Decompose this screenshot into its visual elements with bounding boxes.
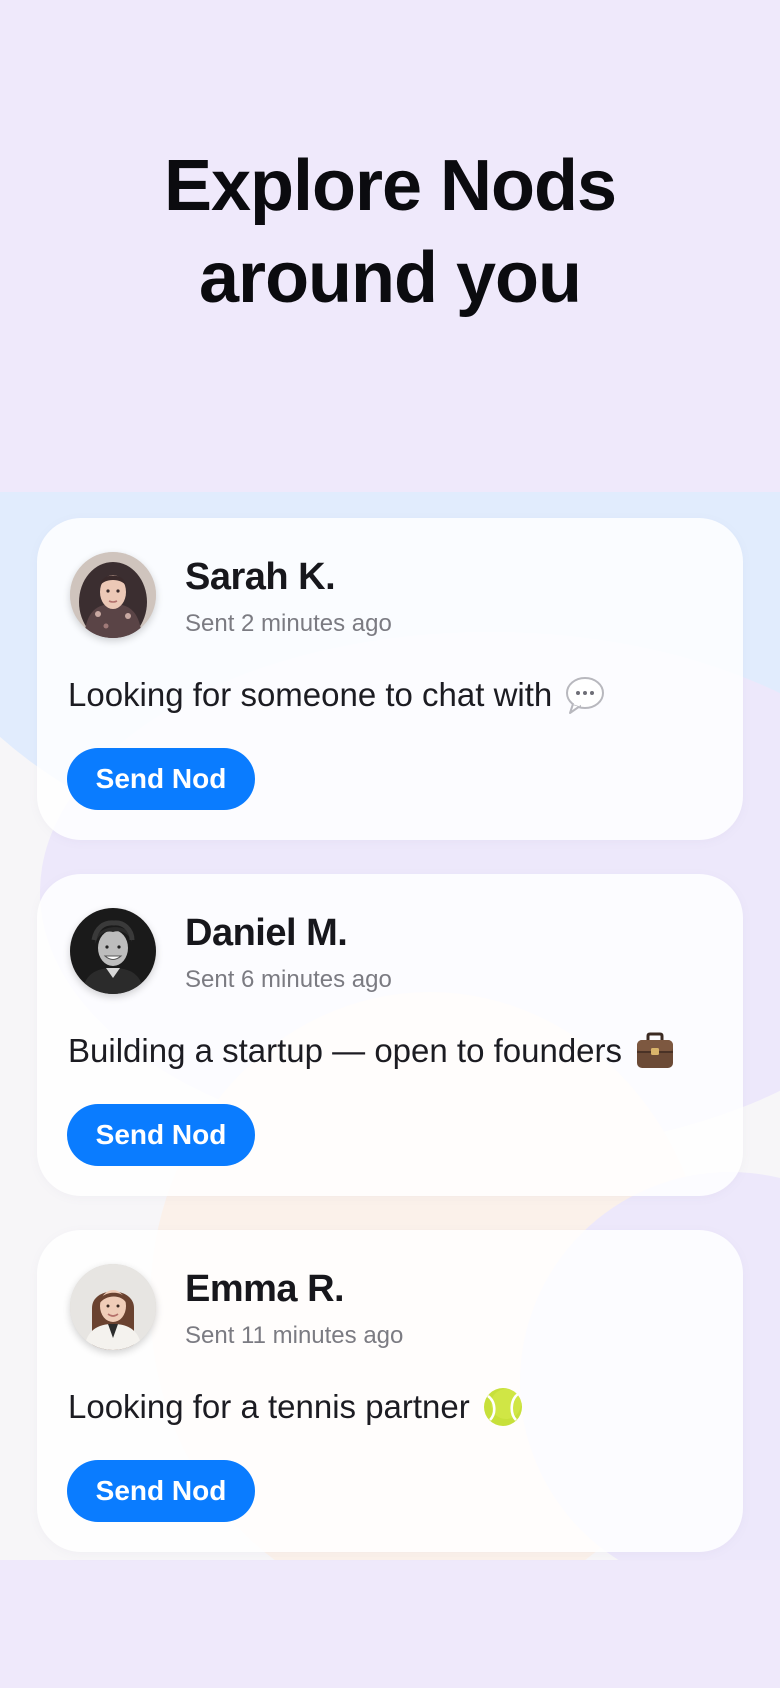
tennis-ball-icon: [482, 1386, 524, 1428]
nod-card-list: Sarah K. Sent 2 minutes ago Looking for …: [37, 518, 743, 1586]
message-row: Looking for someone to chat with: [68, 674, 606, 716]
user-name: Sarah K.: [185, 556, 336, 598]
hero-section: Explore Nods around you: [0, 0, 780, 492]
message-text: Looking for a tennis partner: [68, 1388, 470, 1425]
nod-card: Emma R. Sent 11 minutes ago Looking for …: [37, 1230, 743, 1552]
message-text: Looking for someone to chat with: [68, 676, 553, 713]
message-row: Building a startup — open to founders: [68, 1030, 676, 1072]
message-row: Looking for a tennis partner: [68, 1386, 524, 1428]
sent-time: Sent 11 minutes ago: [185, 1322, 404, 1349]
page-title: Explore Nods around you: [0, 140, 780, 324]
user-name: Emma R.: [185, 1268, 345, 1310]
send-nod-button[interactable]: Send Nod: [67, 1104, 255, 1166]
avatar[interactable]: [70, 908, 156, 994]
message-text: Building a startup — open to founders: [68, 1032, 623, 1069]
title-line-1: Explore Nods: [163, 146, 617, 226]
user-name: Daniel M.: [185, 912, 348, 954]
briefcase-icon: [634, 1030, 676, 1072]
send-nod-button[interactable]: Send Nod: [67, 1460, 255, 1522]
title-line-2: around you: [199, 238, 582, 318]
speech-bubble-icon: [564, 674, 606, 716]
nod-card: Sarah K. Sent 2 minutes ago Looking for …: [37, 518, 743, 840]
send-nod-button[interactable]: Send Nod: [67, 748, 255, 810]
sent-time: Sent 2 minutes ago: [185, 610, 392, 637]
avatar[interactable]: [70, 1264, 156, 1350]
nod-card: Daniel M. Sent 6 minutes ago Building a …: [37, 874, 743, 1196]
avatar[interactable]: [70, 552, 156, 638]
sent-time: Sent 6 minutes ago: [185, 966, 392, 993]
